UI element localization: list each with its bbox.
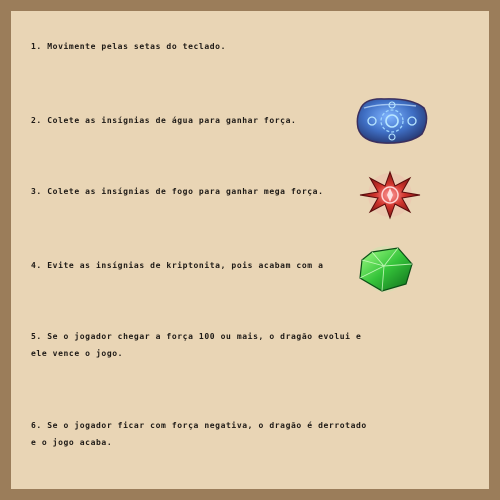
fire-insignia-icon <box>359 170 421 220</box>
water-insignia-icon <box>356 98 428 144</box>
instruction-4: 4. Evite as insígnias de kriptonita, poi… <box>31 261 324 270</box>
instruction-5-line-1: 5. Se o jogador chegar a força 100 ou ma… <box>31 332 362 341</box>
instruction-3: 3. Colete as insígnias de fogo para ganh… <box>31 187 324 196</box>
instruction-2: 2. Colete as insígnias de água para ganh… <box>31 116 297 125</box>
instruction-6-line-1: 6. Se o jogador ficar com força negativa… <box>31 421 367 430</box>
instruction-5-line-2: ele vence o jogo. <box>31 349 124 358</box>
instruction-6-line-2: e o jogo acaba. <box>31 438 113 447</box>
instruction-1: 1. Movimente pelas setas do teclado. <box>31 42 226 51</box>
kryptonite-insignia-icon <box>359 246 413 292</box>
